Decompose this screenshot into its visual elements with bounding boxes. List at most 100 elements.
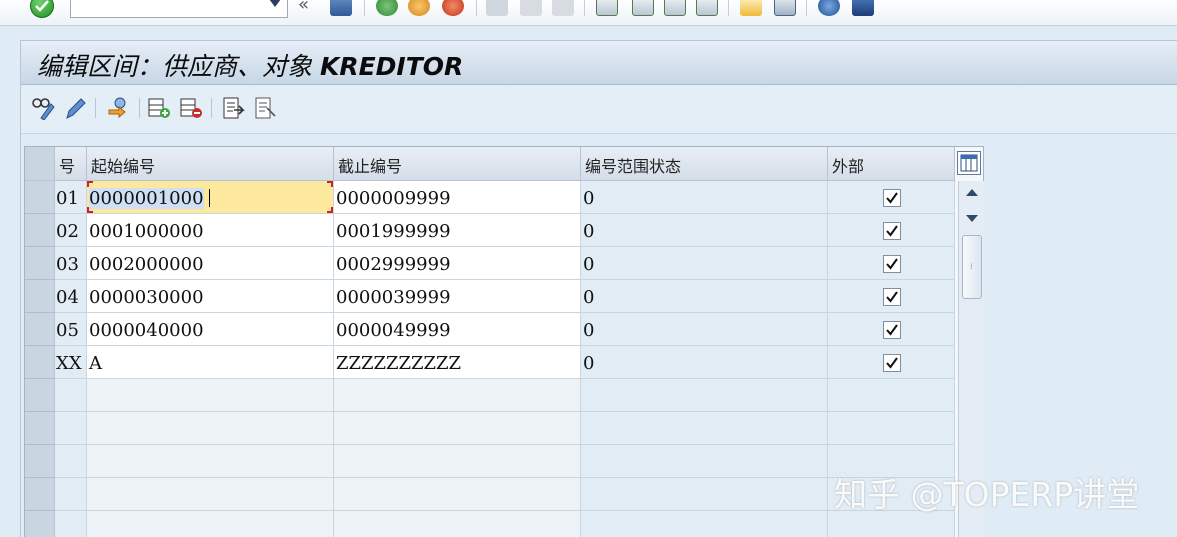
select-all-button[interactable] [25, 147, 55, 181]
row-selector[interactable] [25, 214, 55, 247]
cell-to-input[interactable] [334, 511, 581, 537]
cell-from-input[interactable]: 0002000000 [87, 247, 334, 280]
cell-from-input[interactable]: A [87, 346, 334, 379]
cell-from-input[interactable]: 0000001000 [87, 181, 334, 214]
column-header-external[interactable]: 外部 [828, 147, 955, 181]
cell-from-value: 0000001000 [89, 188, 204, 209]
cell-from-input[interactable] [87, 478, 334, 511]
next-page-icon[interactable] [664, 0, 686, 16]
column-header-status[interactable]: 编号范围状态 [581, 147, 828, 181]
cell-from-input[interactable]: 0000040000 [87, 313, 334, 346]
table-row: XX A ZZZZZZZZZZ 0 [25, 346, 955, 379]
focus-corner [327, 207, 333, 213]
first-page-icon[interactable] [596, 0, 618, 16]
command-dropdown-icon[interactable] [269, 0, 281, 7]
table-row: 05 0000040000 0000049999 0 [25, 313, 955, 346]
cell-to-input[interactable] [334, 478, 581, 511]
change-status-icon[interactable] [221, 96, 245, 120]
layout-menu-icon[interactable] [852, 0, 874, 16]
toolbar-separator [584, 0, 585, 16]
find-next-icon[interactable] [552, 0, 574, 16]
cell-external [828, 214, 955, 247]
row-selector[interactable] [25, 280, 55, 313]
delete-interval-icon[interactable] [179, 96, 203, 120]
external-checkbox[interactable] [883, 288, 901, 306]
row-selector[interactable] [25, 511, 55, 537]
cell-external [828, 412, 955, 445]
shortcut-icon[interactable] [774, 0, 796, 16]
cell-status: 0 [581, 313, 828, 346]
cell-from-input[interactable] [87, 445, 334, 478]
cancel-icon[interactable] [442, 0, 464, 16]
display-change-icon[interactable] [31, 96, 55, 120]
new-session-icon[interactable] [740, 0, 762, 16]
row-selector[interactable] [25, 478, 55, 511]
other-object-icon[interactable] [107, 96, 131, 120]
cell-to-input[interactable] [334, 412, 581, 445]
external-checkbox[interactable] [883, 354, 901, 372]
cell-to-input[interactable]: 0001999999 [334, 214, 581, 247]
row-selector[interactable] [25, 445, 55, 478]
enter-check-icon[interactable] [30, 0, 54, 18]
cell-external [828, 280, 955, 313]
last-page-icon[interactable] [696, 0, 718, 16]
insert-interval-icon[interactable] [147, 96, 171, 120]
previous-page-icon[interactable] [632, 0, 654, 16]
cell-to-input[interactable]: 0002999999 [334, 247, 581, 280]
toolbar-separator [95, 98, 96, 118]
text-cursor [209, 189, 211, 207]
row-selector[interactable] [25, 346, 55, 379]
scroll-up-icon[interactable] [966, 189, 978, 196]
find-icon[interactable] [520, 0, 542, 16]
cell-to-input[interactable]: 0000039999 [334, 280, 581, 313]
cell-from-input[interactable]: 0000030000 [87, 280, 334, 313]
system-toolbar: « [0, 0, 1177, 26]
interval-detail-icon[interactable] [253, 96, 277, 120]
edit-pencil-icon[interactable] [63, 96, 87, 120]
cell-to-input[interactable]: 0000009999 [334, 181, 581, 214]
save-icon[interactable] [330, 0, 352, 16]
cell-from-input[interactable] [87, 412, 334, 445]
cell-to-input[interactable]: ZZZZZZZZZZ [334, 346, 581, 379]
back-icon[interactable] [376, 0, 398, 16]
cell-no: 03 [55, 247, 87, 280]
main-frame: 编辑区间：供应商、对象 KREDITOR 号 起始编号 截止编号 编号范围状态 … [20, 40, 1177, 537]
row-selector[interactable] [25, 379, 55, 412]
cell-to-input[interactable]: 0000049999 [334, 313, 581, 346]
column-header-to[interactable]: 截止编号 [334, 147, 581, 181]
help-icon[interactable] [818, 0, 840, 16]
column-header-from[interactable]: 起始编号 [87, 147, 334, 181]
focus-corner [87, 207, 93, 213]
table-row-empty [25, 379, 955, 412]
cell-status: 0 [581, 247, 828, 280]
scroll-down-icon[interactable] [966, 215, 978, 222]
cell-from-input[interactable]: 0001000000 [87, 214, 334, 247]
row-selector[interactable] [25, 313, 55, 346]
table-settings-icon[interactable] [957, 151, 981, 175]
column-header-no[interactable]: 号 [55, 147, 87, 181]
cell-status [581, 379, 828, 412]
row-selector[interactable] [25, 247, 55, 280]
cell-to-input[interactable] [334, 379, 581, 412]
scroll-thumb[interactable]: ⁞ [962, 235, 982, 299]
cell-to-input[interactable] [334, 445, 581, 478]
cell-status: 0 [581, 181, 828, 214]
external-checkbox[interactable] [883, 255, 901, 273]
toolbar-separator [364, 0, 365, 16]
print-icon[interactable] [486, 0, 508, 16]
focus-corner [327, 181, 333, 187]
exit-icon[interactable] [408, 0, 430, 16]
cell-from-input[interactable] [87, 379, 334, 412]
cell-from-input[interactable] [87, 511, 334, 537]
row-selector[interactable] [25, 181, 55, 214]
row-selector[interactable] [25, 412, 55, 445]
cell-no [55, 445, 87, 478]
external-checkbox[interactable] [883, 189, 901, 207]
table-row: 04 0000030000 0000039999 0 [25, 280, 955, 313]
command-field[interactable] [70, 0, 288, 18]
toolbar-separator [806, 0, 807, 16]
collapse-chevron-icon[interactable]: « [298, 0, 309, 15]
external-checkbox[interactable] [883, 321, 901, 339]
external-checkbox[interactable] [883, 222, 901, 240]
cell-status: 0 [581, 280, 828, 313]
